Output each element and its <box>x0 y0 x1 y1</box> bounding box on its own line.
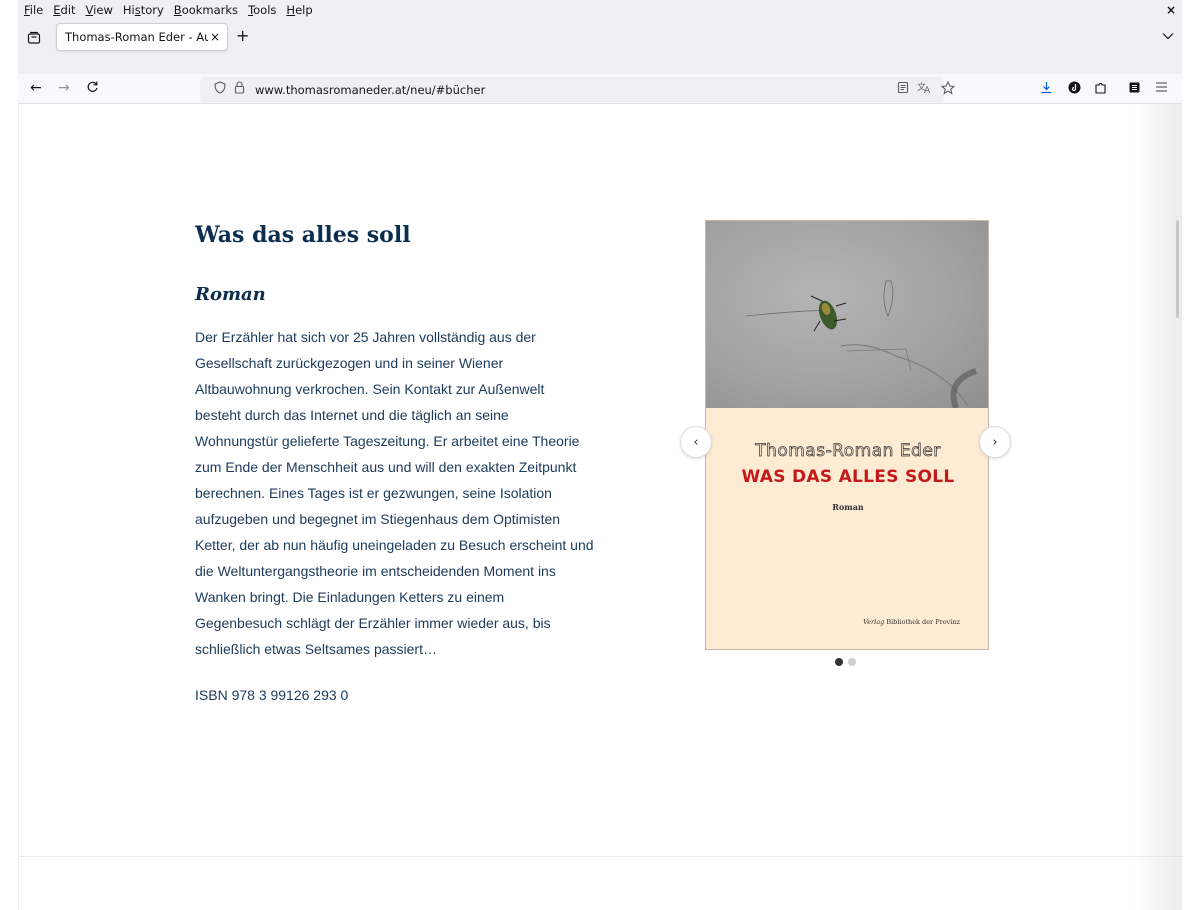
carousel-dot-1[interactable] <box>835 658 843 666</box>
book-title: Was das alles soll <box>195 222 411 248</box>
url-text[interactable]: www.thomasromaneder.at/neu/#bücher <box>255 83 485 97</box>
description-line: zum Ende der Menschheit aus und will den… <box>195 459 577 475</box>
menu-history[interactable]: History <box>123 3 164 17</box>
book-isbn: ISBN 978 3 99126 293 0 <box>195 687 349 703</box>
scrollbar-thumb[interactable] <box>1176 220 1179 318</box>
description-line: berechnen. Eines Tages ist er gezwungen,… <box>195 485 552 501</box>
cover-publisher: Verlag Bibliothek der Provinz <box>863 618 960 626</box>
cover-photo-beetle <box>706 221 988 410</box>
tab-overview-icon[interactable] <box>27 30 43 46</box>
book-description: Der Erzähler hat sich vor 25 Jahren voll… <box>195 324 615 662</box>
lock-icon[interactable] <box>234 81 245 98</box>
menu-edit[interactable]: Edit <box>53 3 75 17</box>
description-line: besteht durch das Internet und die tägli… <box>195 407 509 423</box>
tab-close-icon[interactable]: × <box>208 30 222 44</box>
book-cover-image: Thomas-Roman Eder WAS DAS ALLES SOLL Rom… <box>705 220 989 650</box>
new-tab-button[interactable]: + <box>236 26 249 45</box>
extensions-icon[interactable] <box>1094 81 1107 97</box>
footer-divider <box>19 856 1183 857</box>
carousel-dots <box>835 658 856 666</box>
menu-file[interactable]: File <box>24 3 43 17</box>
menu-bar: File Edit View History Bookmarks Tools H… <box>18 0 1182 20</box>
forward-button[interactable]: → <box>58 80 70 96</box>
tab-title: Thomas-Roman Eder - Autor <box>65 30 208 44</box>
book-genre: Roman <box>195 284 266 305</box>
scrollbar-track <box>1132 104 1182 910</box>
description-line: Gegenbesuch schlägt der Erzähler immer w… <box>195 615 551 631</box>
description-line: Gesellschaft zurückgezogen und in seiner… <box>195 355 504 371</box>
menu-bookmarks[interactable]: Bookmarks <box>174 3 238 17</box>
menu-tools[interactable]: Tools <box>248 3 276 17</box>
sidebar-icon[interactable] <box>1128 81 1141 97</box>
menu-view[interactable]: View <box>86 3 113 17</box>
reload-button[interactable] <box>86 80 99 97</box>
carousel-prev-button[interactable]: ‹ <box>680 426 712 458</box>
translate-icon[interactable]: 文A <box>917 81 932 97</box>
tracking-shield-icon[interactable] <box>214 81 226 98</box>
description-line: Wohnungstür gelieferte Tageszeitung. Er … <box>195 433 580 449</box>
navigation-toolbar: ← → www.thomasromaneder.at/neu/#bücher 文… <box>18 74 1182 104</box>
cover-genre: Roman <box>832 502 864 512</box>
carousel-next-button[interactable]: › <box>979 426 1011 458</box>
account-icon[interactable] <box>1068 81 1081 97</box>
bookmark-star-icon[interactable] <box>940 80 956 98</box>
description-line: aufzugeben und begegnet im Stiegenhaus d… <box>195 511 561 527</box>
description-line: Der Erzähler hat sich vor 25 Jahren voll… <box>195 329 536 345</box>
book-cover-carousel: Thomas-Roman Eder WAS DAS ALLES SOLL Rom… <box>680 220 1011 666</box>
hamburger-menu-icon[interactable] <box>1155 81 1168 96</box>
cover-title: WAS DAS ALLES SOLL <box>741 467 955 487</box>
description-line: Wanken bringt. Die Einladungen Ketters z… <box>195 589 505 605</box>
download-icon[interactable] <box>1040 81 1053 97</box>
url-bar[interactable]: www.thomasromaneder.at/neu/#bücher 文A <box>200 77 956 102</box>
description-line: schließlich etwas Seltsames passiert… <box>195 641 437 657</box>
description-line: Altbauwohnung verkrochen. Sein Kontakt z… <box>195 381 545 397</box>
description-line: Ketter, der ab nun häufig uneingeladen z… <box>195 537 594 553</box>
description-line: die Weltuntergangstheorie im entscheiden… <box>195 563 556 579</box>
back-button[interactable]: ← <box>30 80 42 96</box>
window-close-button[interactable]: × <box>1166 3 1176 17</box>
reader-view-icon[interactable] <box>897 81 909 97</box>
cover-author: Thomas-Roman Eder <box>755 441 941 462</box>
web-page: Was das alles soll Roman Der Erzähler ha… <box>18 104 1183 910</box>
tab-list-chevron-icon[interactable] <box>1162 30 1174 43</box>
carousel-dot-2[interactable] <box>848 658 856 666</box>
tab-active[interactable]: Thomas-Roman Eder - Autor × <box>56 23 228 51</box>
menu-help[interactable]: Help <box>286 3 312 17</box>
svg-text:A: A <box>924 86 931 94</box>
tab-bar: Thomas-Roman Eder - Autor × + <box>18 20 1182 74</box>
cover-publisher-name: Bibliothek der Provinz <box>886 618 960 626</box>
cover-publisher-prefix: Verlag <box>863 618 885 626</box>
